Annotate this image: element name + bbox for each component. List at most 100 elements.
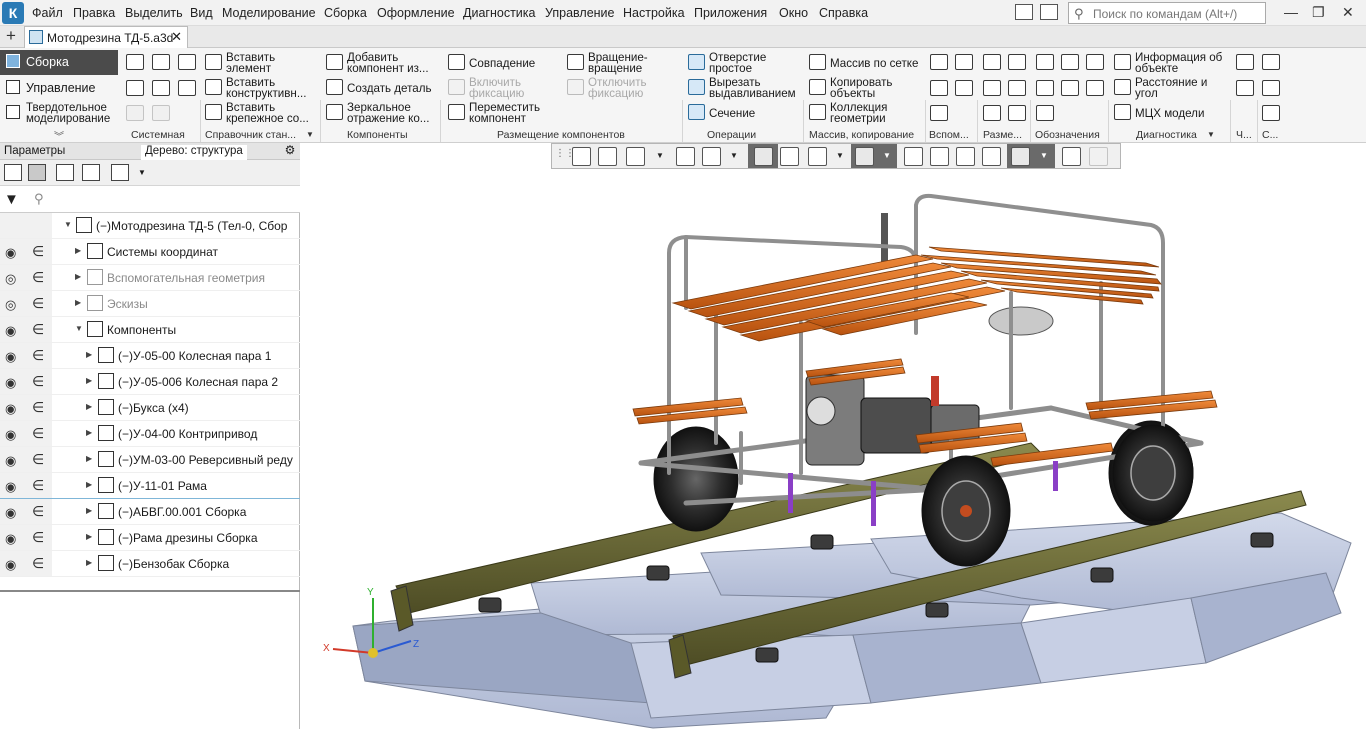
pan-dropdown-icon[interactable]: ▼ [730, 151, 738, 160]
object-info-button[interactable]: Информация об объекте [1114, 51, 1232, 75]
include-in-calc-icon[interactable]: ∈ [32, 321, 44, 338]
axis-icon[interactable] [955, 54, 973, 70]
move-component-button[interactable]: Переместить компонент [448, 101, 558, 125]
window-layout-icon[interactable] [1015, 4, 1033, 20]
tree-item[interactable]: ◉ ∈ ▶ Системы координат [0, 239, 300, 265]
expand-arrow-icon[interactable]: ▶ [75, 298, 81, 307]
minimize-icon[interactable]: — [1284, 4, 1298, 20]
close-icon[interactable]: ✕ [1342, 4, 1354, 21]
tree-select-icon[interactable] [82, 164, 100, 181]
visibility-eye-icon[interactable]: ◉ [5, 401, 16, 417]
include-in-calc-icon[interactable]: ∈ [32, 399, 44, 416]
visibility-eye-icon[interactable]: ◉ [5, 479, 16, 495]
insert-construct-button[interactable]: Вставить конструктивн... [205, 76, 317, 100]
dimension-misc2-icon[interactable] [1008, 105, 1026, 121]
expand-arrow-icon[interactable]: ▶ [86, 558, 92, 567]
include-in-calc-icon[interactable]: ∈ [32, 503, 44, 520]
collapse-arrow-icon[interactable]: ▼ [75, 324, 83, 333]
include-in-calc-icon[interactable]: ∈ [32, 425, 44, 442]
tree-item[interactable]: ◎ ∈ ▶ Вспомогательная геометрия [0, 265, 300, 291]
cut-extrude-button[interactable]: Вырезать выдавливанием [688, 76, 800, 100]
tree-item[interactable]: ◉ ∈ ▶ (−)АБВГ.00.001 Сборка [0, 499, 300, 525]
zoom-dropdown-icon[interactable]: ▼ [656, 151, 664, 160]
display-settings-icon[interactable] [982, 147, 1001, 166]
menu-assembly[interactable]: Сборка [324, 6, 367, 20]
menu-select[interactable]: Выделить [125, 6, 183, 20]
eye-icon[interactable] [855, 147, 874, 166]
rotate-rotate-button[interactable]: Вращение-вращение [567, 51, 677, 75]
tree-item[interactable]: ◉ ∈ ▶ (−)Бензобак Сборка [0, 551, 300, 577]
copy-objects-button[interactable]: Копировать объекты [809, 76, 924, 100]
plane-icon[interactable] [930, 54, 948, 70]
tree-item[interactable]: ◉ ∈ ▶ (−)У-05-00 Колесная пара 1 [0, 343, 300, 369]
group-expand-icon[interactable]: ▼ [306, 130, 314, 139]
layers-icon[interactable] [930, 147, 949, 166]
visibility-eye-icon[interactable]: ◉ [5, 375, 16, 391]
tree-item[interactable]: ▼ (−)Мотодрезина ТД-5 (Тел-0, Сбор [0, 213, 300, 239]
pan-icon[interactable] [702, 147, 721, 166]
enable-fix-button[interactable]: Включить фиксацию [448, 76, 558, 100]
new-document-icon[interactable] [126, 54, 144, 70]
section-view-icon[interactable] [904, 147, 923, 166]
geometry-collection-button[interactable]: Коллекция геометрии [809, 101, 924, 125]
app-logo-icon[interactable]: К [2, 2, 24, 24]
redo-icon[interactable] [152, 105, 170, 121]
expand-arrow-icon[interactable]: ▶ [75, 272, 81, 281]
expand-arrow-icon[interactable]: ▶ [86, 454, 92, 463]
tree-build-icon[interactable] [56, 164, 74, 181]
menu-help[interactable]: Справка [819, 6, 868, 20]
pencil-icon[interactable] [1089, 147, 1108, 166]
new-tab-button[interactable]: + [0, 26, 22, 48]
open-folder-icon[interactable] [152, 54, 170, 70]
filter-icon[interactable]: ▼ [4, 191, 19, 208]
linear-dimension-icon[interactable] [983, 54, 1001, 70]
visibility-eye-icon[interactable]: ◉ [5, 557, 16, 573]
include-in-calc-icon[interactable]: ∈ [32, 269, 44, 286]
visibility-eye-icon[interactable]: ◉ [5, 323, 16, 339]
visibility-eye-icon[interactable]: ◉ [5, 427, 16, 443]
orientation-icon[interactable] [572, 147, 591, 166]
include-in-calc-icon[interactable]: ∈ [32, 529, 44, 546]
expand-arrow-icon[interactable]: ▶ [86, 480, 92, 489]
visibility-eye-icon[interactable]: ◉ [5, 245, 16, 261]
include-in-calc-icon[interactable]: ∈ [32, 373, 44, 390]
document-tab[interactable]: Мотодрезина ТД-5.a3d ✕ [24, 26, 188, 48]
dimension-misc-icon[interactable] [983, 105, 1001, 121]
section-button[interactable]: Сечение [688, 101, 800, 125]
expand-arrow-icon[interactable]: ▶ [86, 350, 92, 359]
mark-icon[interactable] [1086, 80, 1104, 96]
shaded-view-icon[interactable] [754, 147, 773, 166]
3d-viewport[interactable]: Y X Z ⋮⋮ ▼ ▼ ▼ ▼ ▼ [301, 143, 1366, 729]
insert-fastener-button[interactable]: Вставить крепежное со... [205, 101, 317, 125]
menu-view[interactable]: Вид [190, 6, 213, 20]
insert-element-button[interactable]: Вставить элемент [205, 51, 317, 75]
menu-drafting[interactable]: Оформление [377, 6, 455, 20]
mass-props-button[interactable]: МЦХ модели [1114, 101, 1232, 125]
expand-arrow-icon[interactable]: ▶ [75, 246, 81, 255]
rotate-view-icon[interactable] [676, 147, 695, 166]
filter-dropdown-icon[interactable]: ▼ [1040, 151, 1048, 160]
selection-filter-icon[interactable] [1011, 147, 1030, 166]
properties-icon[interactable] [178, 80, 196, 96]
assembly-scene[interactable]: Y X Z [301, 143, 1366, 729]
expand-arrow-icon[interactable]: ▶ [86, 532, 92, 541]
tree-item[interactable]: ◉ ∈ ▶ (−)У-05-006 Колесная пара 2 [0, 369, 300, 395]
visibility-eye-icon[interactable]: ◎ [5, 297, 16, 313]
create-part-button[interactable]: Создать деталь [326, 76, 436, 100]
diameter-dimension-icon[interactable] [1008, 80, 1026, 96]
include-in-calc-icon[interactable]: ∈ [32, 451, 44, 468]
command-search-input[interactable]: ⚲ Поиск по командам (Alt+/) [1068, 2, 1266, 24]
drawing-icon[interactable] [1236, 54, 1254, 70]
weld-icon[interactable] [1061, 80, 1079, 96]
zoom-icon[interactable] [626, 147, 645, 166]
include-in-calc-icon[interactable]: ∈ [32, 555, 44, 572]
tools-icon[interactable] [1262, 80, 1280, 96]
tree-structure-icon[interactable] [4, 164, 22, 181]
menu-edit[interactable]: Правка [73, 6, 115, 20]
tree-item[interactable]: ◎ ∈ ▶ Эскизы [0, 291, 300, 317]
menu-applications[interactable]: Приложения [694, 6, 767, 20]
base-icon[interactable] [1036, 80, 1054, 96]
tree-item[interactable]: ◉ ∈ ▶ (−)Букса (x4) [0, 395, 300, 421]
restore-icon[interactable]: ❐ [1312, 4, 1325, 21]
expand-arrow-icon[interactable]: ▶ [86, 506, 92, 515]
